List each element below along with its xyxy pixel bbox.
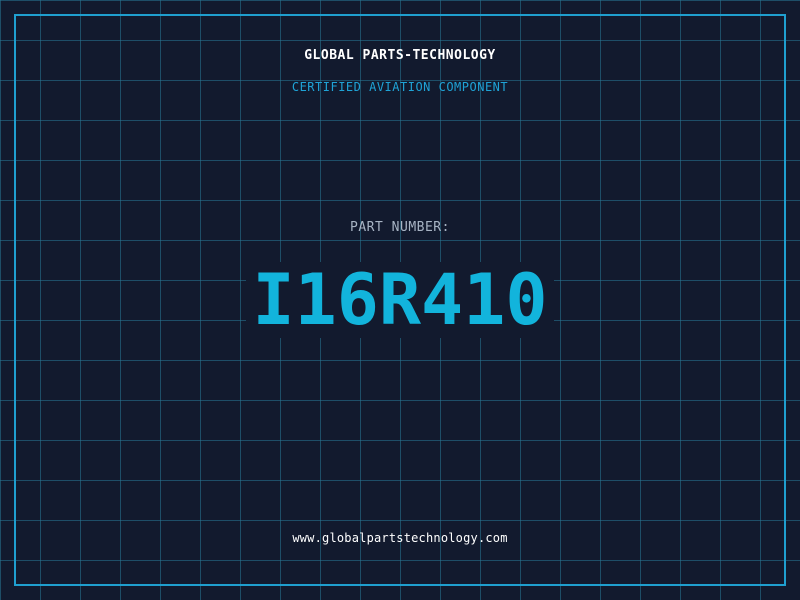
company-name: GLOBAL PARTS-TECHNOLOGY [304,48,496,63]
website-url: www.globalpartstechnology.com [292,531,508,545]
certification-subtitle: CERTIFIED AVIATION COMPONENT [291,80,509,94]
part-label-card: GLOBAL PARTS-TECHNOLOGY CERTIFIED AVIATI… [0,0,800,600]
part-number-value: I16R410 [246,262,554,338]
part-number-label: PART NUMBER: [350,220,450,235]
part-number-container: I16R410 [0,262,800,338]
